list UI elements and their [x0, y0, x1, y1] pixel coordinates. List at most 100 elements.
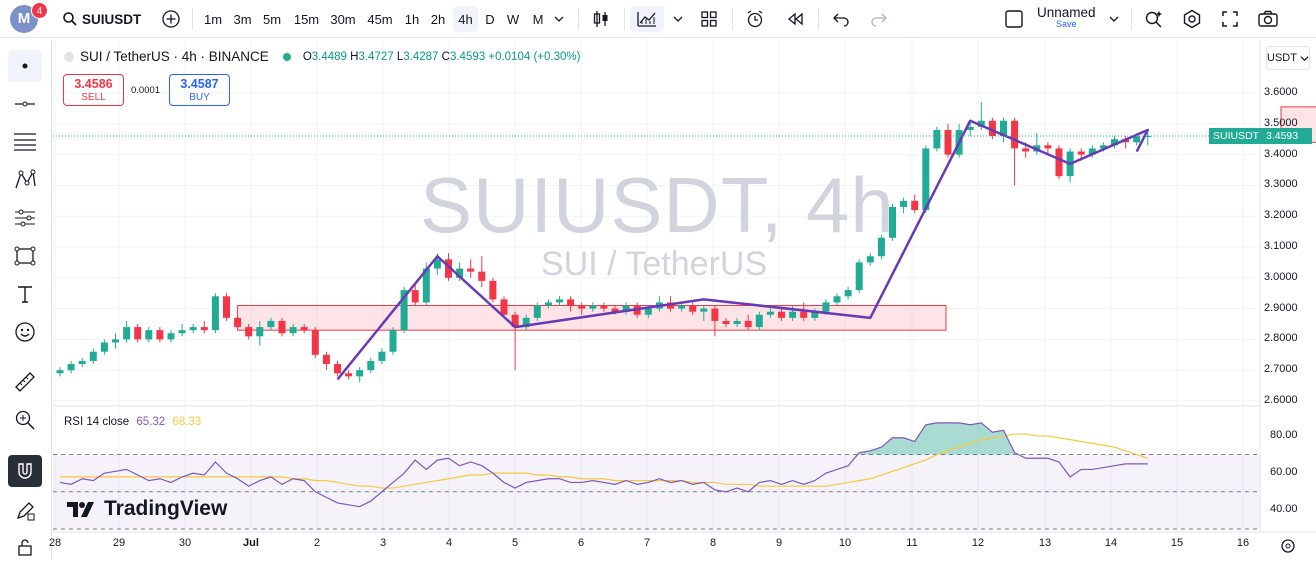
- price-axis-label: 3.3000: [1264, 178, 1298, 191]
- time-axis-label: 5: [511, 537, 519, 549]
- rsi-axis-label: 60.00: [1270, 466, 1298, 479]
- candle-body: [733, 320, 741, 324]
- candle-body: [223, 296, 230, 318]
- rsi-axis-label: 80.00: [1270, 428, 1298, 441]
- candle-body: [234, 317, 242, 328]
- candle-body: [789, 311, 797, 318]
- candle-body: [800, 311, 808, 318]
- candle-body: [289, 327, 297, 334]
- candle-body: [311, 330, 319, 355]
- candle-body: [200, 327, 208, 331]
- candle-body: [112, 339, 119, 343]
- logo-text: TradingView: [104, 497, 228, 520]
- time-axis-label: 28: [48, 537, 62, 549]
- time-axis-label: 3: [379, 537, 387, 549]
- rsi-legend[interactable]: RSI 14 close 65.32 68.33: [64, 416, 201, 428]
- candle-body: [67, 364, 75, 371]
- high-value: 3.4727: [358, 50, 394, 63]
- candle-body: [700, 308, 708, 312]
- candle-body: [411, 290, 419, 303]
- candle-body: [844, 290, 852, 297]
- market-open-indicator: [282, 52, 291, 61]
- legend-title: SUI / TetherUS · 4h · BINANCE: [80, 49, 269, 64]
- sell-button[interactable]: 3.4586 SELL: [63, 74, 124, 106]
- sell-label: SELL: [81, 91, 106, 103]
- ohlc-values: O3.4489 H3.4727 L3.4287 C3.4593 +0.0104 …: [303, 51, 581, 63]
- candle-body: [1022, 148, 1030, 152]
- candle-body: [644, 308, 652, 315]
- buy-label: BUY: [189, 91, 210, 103]
- candle-body: [367, 360, 375, 371]
- candle-body: [278, 320, 286, 334]
- price-axis-label: 3.4000: [1264, 147, 1298, 160]
- time-axis-label: 30: [178, 537, 192, 549]
- price-axis-label: 3.0000: [1264, 270, 1298, 283]
- candle-body: [855, 262, 863, 291]
- candle-body: [167, 333, 175, 340]
- candle-body: [389, 330, 397, 352]
- time-axis-label: 13: [1038, 537, 1052, 549]
- price-axis-label: 2.6000: [1264, 394, 1298, 406]
- candle-body: [478, 271, 486, 281]
- candle-body: [100, 342, 108, 352]
- tradingview-logo[interactable]: TradingView: [66, 497, 227, 521]
- candle-body: [1044, 145, 1052, 149]
- candle-body: [833, 296, 841, 303]
- candle-body: [866, 256, 874, 263]
- candle-body: [578, 305, 586, 309]
- candle-body: [755, 314, 763, 328]
- candle-body: [900, 200, 908, 207]
- time-axis-label: 14: [1104, 537, 1118, 549]
- candle-body: [911, 200, 919, 211]
- time-axis-label: 7: [643, 537, 651, 549]
- chevron-down-icon: [1300, 55, 1309, 61]
- watermark-description: SUI / TetherUS: [541, 245, 768, 283]
- time-axis-label: 16: [1236, 537, 1250, 549]
- time-axis-label: 8: [709, 537, 717, 549]
- time-axis-label: 11: [906, 537, 918, 549]
- open-value: 3.4489: [311, 50, 347, 63]
- candle-body: [256, 327, 264, 337]
- rsi-value: 65.32: [136, 416, 166, 428]
- candle-body: [766, 311, 774, 315]
- candle-body: [245, 327, 253, 337]
- candle-body: [744, 320, 752, 328]
- series-legend[interactable]: SUI / TetherUS · 4h · BINANCE O3.4489 H3…: [64, 49, 580, 64]
- candle-body: [711, 308, 719, 321]
- open-label: O: [302, 50, 312, 63]
- close-value: 3.4593: [449, 50, 486, 63]
- buy-button[interactable]: 3.4587 BUY: [169, 74, 230, 106]
- candle-body: [544, 302, 552, 306]
- candle-body: [556, 299, 563, 303]
- time-axis-label: 12: [971, 537, 985, 549]
- time-axis-label: 4: [445, 537, 453, 549]
- candle-body: [211, 296, 219, 331]
- candle-body: [56, 370, 64, 374]
- candle-body: [1077, 151, 1085, 155]
- tv-logo-icon: [67, 502, 94, 517]
- candle-body: [467, 268, 475, 272]
- candle-body: [1055, 148, 1063, 177]
- candle-body: [589, 305, 597, 309]
- candle-body: [689, 305, 697, 312]
- candle-body: [678, 305, 686, 309]
- price-axis-label: 2.7000: [1264, 363, 1298, 376]
- symbol-logo-icon: [64, 51, 74, 62]
- candle-body: [822, 302, 830, 312]
- supply-demand-zone: [237, 305, 947, 331]
- candle-body: [567, 299, 575, 306]
- candle-body: [533, 305, 541, 318]
- time-axis-label: 29: [112, 537, 126, 549]
- candle-body: [489, 280, 497, 300]
- currency-select[interactable]: USDT: [1266, 46, 1310, 70]
- time-axis-label: 2: [313, 537, 321, 549]
- close-label: C: [441, 50, 450, 63]
- candle-body: [156, 330, 164, 340]
- price-axis-label: 3.5000: [1264, 116, 1298, 129]
- candle-body: [600, 305, 608, 309]
- buy-price: 3.4587: [180, 77, 219, 91]
- candle-body: [334, 364, 341, 374]
- price-axis-label: 2.9000: [1264, 301, 1298, 314]
- axis-settings-icon[interactable]: [1278, 536, 1298, 556]
- candle-body: [322, 354, 330, 365]
